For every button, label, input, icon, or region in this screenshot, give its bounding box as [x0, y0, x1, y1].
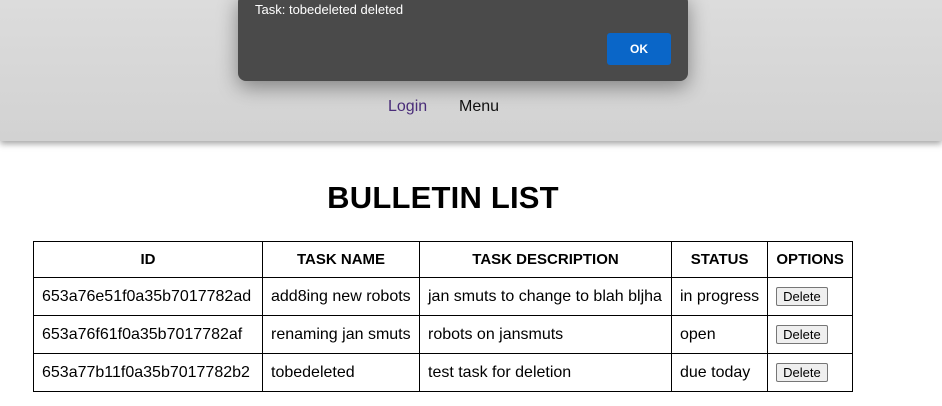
column-header-id: ID — [33, 241, 263, 278]
delete-button[interactable]: Delete — [776, 363, 828, 382]
cell-task-name: renaming jan smuts — [262, 315, 420, 354]
cell-task-name: tobedeleted — [262, 353, 420, 392]
cell-task-description: robots on jansmuts — [419, 315, 672, 354]
table-row: 653a77b11f0a35b7017782b2 tobedeleted tes… — [33, 353, 854, 392]
nav-bar: Login Menu — [0, 97, 942, 119]
page-title: BULLETIN LIST — [327, 180, 559, 215]
login-link[interactable]: Login — [388, 97, 427, 117]
cell-status: in progress — [670, 277, 769, 316]
cell-id: 653a76f61f0a35b7017782af — [33, 315, 263, 354]
column-header-task-description: TASK DESCRIPTION — [419, 241, 672, 278]
cell-id: 653a76e51f0a35b7017782ad — [33, 277, 263, 316]
alert-dialog: Task: tobedeleted deleted OK — [238, 0, 688, 81]
table-row: 653a76e51f0a35b7017782ad add8ing new rob… — [33, 277, 854, 316]
delete-button[interactable]: Delete — [776, 287, 828, 306]
cell-task-name: add8ing new robots — [262, 277, 420, 316]
cell-options: Delete — [767, 277, 854, 316]
column-header-status: STATUS — [670, 241, 769, 278]
table-header-row: ID TASK NAME TASK DESCRIPTION STATUS OPT… — [33, 241, 854, 278]
cell-status: due today — [670, 353, 769, 392]
cell-task-description: jan smuts to change to blah bljha — [419, 277, 672, 316]
cell-id: 653a77b11f0a35b7017782b2 — [33, 353, 263, 392]
alert-message: Task: tobedeleted deleted — [255, 2, 404, 17]
menu-button[interactable]: Menu — [459, 97, 499, 117]
column-header-options: OPTIONS — [767, 241, 854, 278]
cell-options: Delete — [767, 353, 854, 392]
cell-task-description: test task for deletion — [419, 353, 672, 392]
task-table: ID TASK NAME TASK DESCRIPTION STATUS OPT… — [33, 241, 854, 392]
cell-options: Delete — [767, 315, 854, 354]
cell-status: open — [670, 315, 769, 354]
table-row: 653a76f61f0a35b7017782af renaming jan sm… — [33, 315, 854, 354]
ok-button[interactable]: OK — [607, 33, 671, 65]
delete-button[interactable]: Delete — [776, 325, 828, 344]
column-header-task-name: TASK NAME — [262, 241, 420, 278]
